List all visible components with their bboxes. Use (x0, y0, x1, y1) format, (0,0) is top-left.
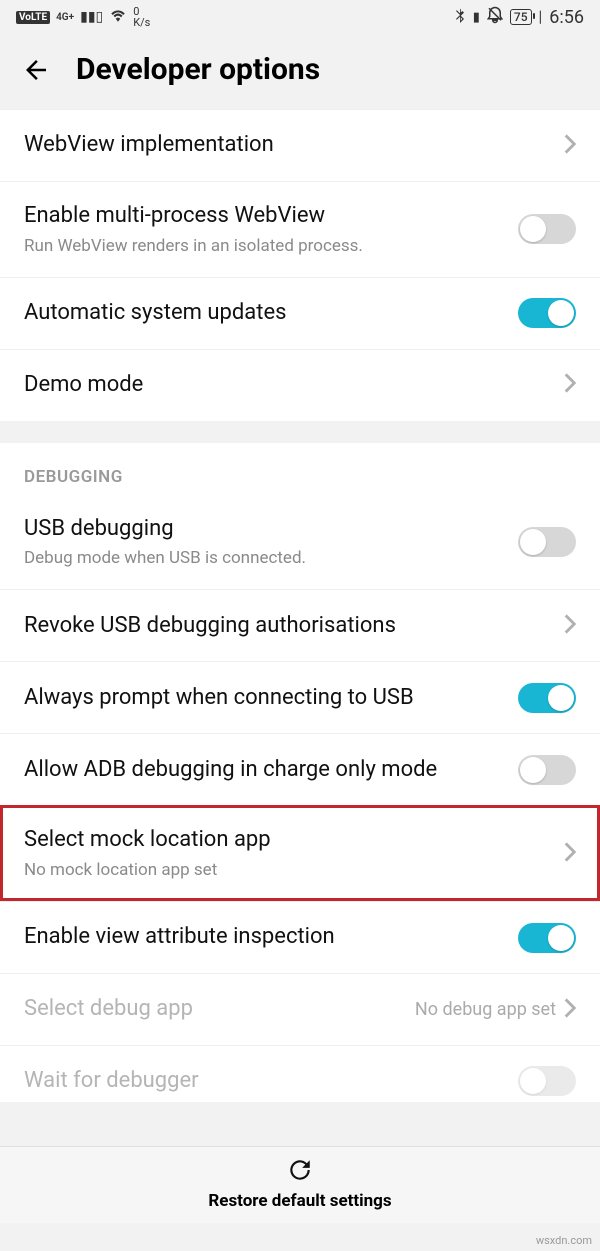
page-title: Developer options (76, 52, 320, 87)
row-usb-debugging[interactable]: USB debugging Debug mode when USB is con… (0, 495, 600, 590)
restore-icon (287, 1157, 313, 1187)
clock: 6:56 (549, 7, 584, 28)
row-title: Revoke USB debugging authorisations (24, 612, 548, 641)
row-title: Enable view attribute inspection (24, 923, 502, 952)
row-title: Select mock location app (24, 826, 548, 855)
row-title: Automatic system updates (24, 299, 502, 328)
row-title: Allow ADB debugging in charge only mode (24, 756, 502, 785)
toggle-wait-debugger (518, 1066, 576, 1096)
row-automatic-updates[interactable]: Automatic system updates (0, 277, 600, 349)
toggle-multiprocess-webview[interactable] (518, 214, 576, 244)
status-bar: VoLTE 4G+ ▮▮▯ 0K/s ▮ 75 ⎮ 6:56 (0, 0, 600, 34)
settings-group-general: WebView implementation Enable multi-proc… (0, 109, 600, 421)
row-multiprocess-webview[interactable]: Enable multi-process WebView Run WebView… (0, 181, 600, 277)
chevron-right-icon (564, 373, 576, 397)
row-title: Demo mode (24, 371, 548, 400)
section-label-debugging: DEBUGGING (0, 443, 600, 495)
toggle-automatic-updates[interactable] (518, 298, 576, 328)
battery-charge-icon: ⎮ (538, 11, 544, 24)
row-webview-implementation[interactable]: WebView implementation (0, 109, 600, 181)
row-mock-location[interactable]: Select mock location app No mock locatio… (0, 805, 600, 901)
row-adb-charge-only[interactable]: Allow ADB debugging in charge only mode (0, 733, 600, 805)
chevron-right-icon (564, 998, 576, 1022)
row-subtitle: Run WebView renders in an isolated proce… (24, 235, 502, 257)
row-title: USB debugging (24, 515, 502, 544)
chevron-right-icon (564, 842, 576, 866)
app-header: Developer options (0, 34, 600, 109)
toggle-usb-debugging[interactable] (518, 527, 576, 557)
toggle-prompt-usb[interactable] (518, 683, 576, 713)
row-title: Select debug app (24, 995, 399, 1024)
signal-icon: ▮▮▯ (80, 9, 103, 25)
footer-label: Restore default settings (208, 1191, 391, 1211)
settings-group-debugging: DEBUGGING USB debugging Debug mode when … (0, 443, 600, 1102)
row-title: Wait for debugger (24, 1067, 502, 1096)
dnd-icon (486, 6, 504, 28)
row-subtitle: Debug mode when USB is connected. (24, 547, 502, 569)
wifi-icon (109, 8, 127, 26)
row-revoke-usb-auth[interactable]: Revoke USB debugging authorisations (0, 589, 600, 661)
network-type: 4G+ (56, 12, 74, 23)
volte-badge: VoLTE (16, 11, 50, 24)
data-speed: 0K/s (133, 6, 150, 28)
toggle-view-attribute-inspection[interactable] (518, 923, 576, 953)
bluetooth-icon (453, 7, 467, 27)
footer-restore-defaults[interactable]: Restore default settings (0, 1146, 600, 1223)
battery-level: 75 (510, 9, 532, 25)
battery-icon-small: ▮ (473, 10, 480, 25)
row-title: Always prompt when connecting to USB (24, 684, 502, 713)
row-wait-for-debugger: Wait for debugger (0, 1045, 600, 1102)
chevron-right-icon (564, 134, 576, 158)
row-value: No debug app set (415, 999, 556, 1020)
row-title: WebView implementation (24, 131, 548, 160)
toggle-adb-charge-only[interactable] (518, 755, 576, 785)
row-subtitle: No mock location app set (24, 859, 548, 881)
row-prompt-usb[interactable]: Always prompt when connecting to USB (0, 661, 600, 733)
row-view-attribute-inspection[interactable]: Enable view attribute inspection (0, 901, 600, 973)
back-button[interactable] (20, 54, 52, 86)
chevron-right-icon (564, 614, 576, 638)
row-demo-mode[interactable]: Demo mode (0, 349, 600, 421)
row-select-debug-app[interactable]: Select debug app No debug app set (0, 973, 600, 1045)
row-title: Enable multi-process WebView (24, 202, 502, 231)
watermark: wsxdn.com (536, 1234, 592, 1247)
